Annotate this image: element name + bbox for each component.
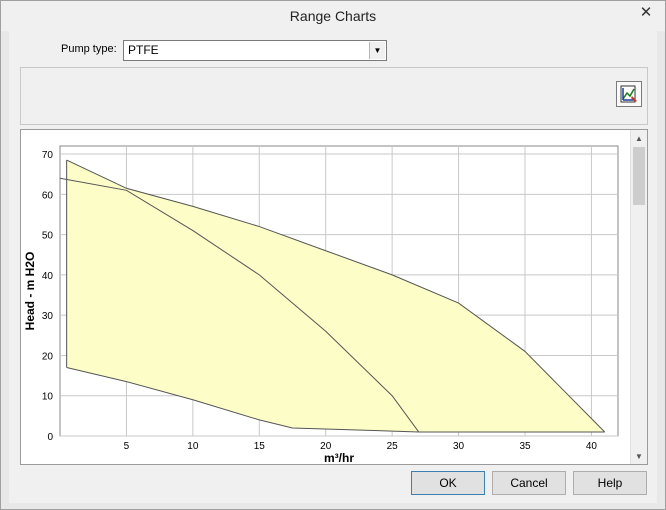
pump-type-label: Pump type: — [61, 43, 117, 55]
y-tick-label: 30 — [42, 311, 54, 322]
y-tick-label: 20 — [42, 351, 54, 362]
scroll-up-icon[interactable]: ▲ — [631, 130, 647, 146]
chart-settings-icon — [620, 85, 637, 103]
x-tick-label: 15 — [254, 441, 266, 452]
x-axis-label: m³/hr — [324, 451, 354, 464]
help-button[interactable]: Help — [573, 471, 647, 495]
window-title: Range Charts — [289, 8, 377, 24]
toolbar-panel — [20, 67, 648, 125]
dialog-client-area: Pump type: PTFE ▼ 5 10 15 20 25 30 35 40 0 10 20 30… — [9, 31, 657, 503]
scroll-thumb[interactable] — [633, 147, 645, 205]
chevron-down-icon[interactable]: ▼ — [369, 42, 385, 59]
cancel-button[interactable]: Cancel — [492, 471, 566, 495]
vertical-scrollbar[interactable]: ▲ ▼ — [630, 130, 647, 464]
y-tick-label: 0 — [47, 432, 53, 443]
pump-type-select[interactable]: PTFE ▼ — [123, 40, 387, 61]
pump-type-value: PTFE — [128, 43, 159, 57]
range-charts-window: Range Charts ✕ Pump type: PTFE ▼ 5 10 15 20… — [0, 0, 666, 510]
ok-button[interactable]: OK — [411, 471, 485, 495]
close-button[interactable]: ✕ — [633, 2, 659, 22]
chart-panel: 5 10 15 20 25 30 35 40 0 10 20 30 40 50 60 70 m³/hr Head … — [20, 129, 648, 465]
x-tick-label: 40 — [586, 441, 598, 452]
close-icon: ✕ — [639, 4, 653, 21]
title-bar: Range Charts ✕ — [1, 1, 665, 31]
chart-settings-button[interactable] — [616, 81, 642, 107]
y-tick-label: 10 — [42, 392, 54, 403]
y-tick-label: 50 — [42, 231, 54, 242]
range-chart: 5 10 15 20 25 30 35 40010203040506070m³/hrHead … — [23, 145, 619, 464]
scroll-down-icon[interactable]: ▼ — [631, 448, 647, 464]
y-axis-label: Head - m H2O — [23, 252, 37, 331]
x-tick-label: 10 — [187, 441, 199, 452]
y-tick-label: 60 — [42, 190, 54, 201]
x-tick-label: 35 — [519, 441, 531, 452]
x-tick-label: 25 — [387, 441, 399, 452]
y-tick-label: 70 — [42, 150, 54, 161]
x-tick-label: 5 — [124, 441, 130, 452]
y-tick-label: 40 — [42, 271, 54, 282]
x-tick-label: 30 — [453, 441, 465, 452]
